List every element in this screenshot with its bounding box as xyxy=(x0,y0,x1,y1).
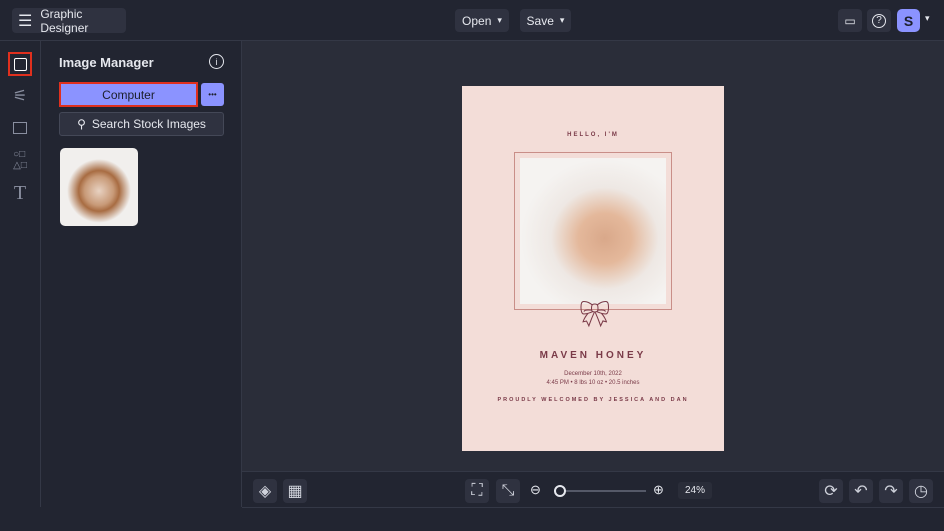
chevron-down-icon: ▾ xyxy=(497,15,502,25)
birth-announcement-card[interactable]: HELLO, I'M 🎀︎ MAVEN HONEY December 10th,… xyxy=(462,86,724,451)
avatar[interactable]: S xyxy=(897,9,920,32)
text-tool-button[interactable]: T xyxy=(8,181,32,205)
app-title: Graphic Designer xyxy=(40,6,89,35)
comments-button[interactable]: ▭ xyxy=(838,9,862,32)
search-label: Search Stock Images xyxy=(91,117,206,131)
menu-button[interactable]: ☰ Graphic Designer xyxy=(12,6,126,35)
chevron-down-icon: ▾ xyxy=(559,15,565,25)
hamburger-icon: ☰ xyxy=(18,12,33,30)
search-stock-images-button[interactable]: ⚲ Search Stock Images xyxy=(59,112,224,136)
chevron-down-icon[interactable]: ▾ xyxy=(925,13,930,24)
layers-button[interactable]: ◈ xyxy=(253,479,277,503)
layers-icon: ◈ xyxy=(258,483,272,500)
zoom-slider[interactable] xyxy=(554,485,646,497)
baby-name: MAVEN HONEY xyxy=(539,350,647,361)
tool-rail: ⚟ ○□ △□ T xyxy=(0,41,41,507)
expand-icon: ⛶ xyxy=(471,482,483,499)
footer xyxy=(0,508,944,531)
panel-title: Image Manager xyxy=(59,55,154,70)
baby-photo[interactable] xyxy=(520,158,666,304)
bottom-toolbar: ◈ ▦ ⛶ ⤡ ⊖ ⊕ 24% ⟳ ↶ ↷ ◷ xyxy=(242,471,944,508)
grid-icon: ▦ xyxy=(287,483,303,500)
layout-icon xyxy=(13,122,27,134)
birth-date: December 10th, 2022 xyxy=(564,371,622,377)
search-icon: ⚲ xyxy=(77,117,86,131)
rotate-button[interactable]: ⟳ xyxy=(819,479,843,503)
open-label: Open xyxy=(462,13,492,28)
zoom-slider-handle[interactable] xyxy=(554,485,566,497)
welcome-text: PROUDLY WELCOMED BY JESSICA AND DAN xyxy=(497,397,689,403)
zoom-out-icon[interactable]: ⊖ xyxy=(530,482,541,498)
shapes-icon: ○□ △□ xyxy=(13,149,27,171)
top-bar: ☰ Graphic Designer Open ▾ Save ▾ ▭ ? S ▾ xyxy=(0,0,944,41)
history-button[interactable]: ◷ xyxy=(909,479,933,503)
fit-screen-button[interactable]: ⛶ xyxy=(465,479,489,503)
history-icon: ◷ xyxy=(914,483,928,500)
sliders-icon: ⚟ xyxy=(12,88,28,105)
shapes-tool-button[interactable]: ○□ △□ xyxy=(8,148,32,172)
birth-details: 4:45 PM • 8 lbs 10 oz • 20.5 inches xyxy=(546,380,640,386)
image-icon xyxy=(13,57,27,71)
info-icon[interactable]: i xyxy=(209,54,224,69)
image-manager-panel: Image Manager i Computer ••• ⚲ Search Sto… xyxy=(41,41,242,507)
layout-tool-button[interactable] xyxy=(8,116,32,140)
save-button[interactable]: Save ▾ xyxy=(520,9,571,32)
shrink-button[interactable]: ⤡ xyxy=(496,479,520,503)
greeting-text: HELLO, I'M xyxy=(567,132,619,138)
grid-button[interactable]: ▦ xyxy=(283,479,307,503)
images-tool-button[interactable] xyxy=(8,52,32,76)
refresh-icon: ⟳ xyxy=(824,483,838,500)
undo-button[interactable]: ↶ xyxy=(849,479,873,503)
collapse-icon: ⤡ xyxy=(501,482,515,499)
bow-icon: 🎀︎ xyxy=(578,299,612,329)
save-label: Save xyxy=(526,13,554,28)
redo-button[interactable]: ↷ xyxy=(879,479,903,503)
adjust-tool-button[interactable]: ⚟ xyxy=(8,84,32,108)
open-button[interactable]: Open ▾ xyxy=(455,9,509,32)
help-button[interactable]: ? xyxy=(867,9,891,32)
zoom-level[interactable]: 24% xyxy=(678,482,712,499)
help-icon: ? xyxy=(872,13,886,28)
text-icon: T xyxy=(13,181,27,204)
redo-icon: ↷ xyxy=(884,483,898,500)
undo-icon: ↶ xyxy=(854,483,868,500)
zoom-in-icon[interactable]: ⊕ xyxy=(653,482,664,498)
more-options-button[interactable]: ••• xyxy=(201,83,224,106)
computer-upload-button[interactable]: Computer xyxy=(59,82,198,107)
image-thumbnail[interactable] xyxy=(60,148,138,226)
comment-icon: ▭ xyxy=(844,13,856,28)
